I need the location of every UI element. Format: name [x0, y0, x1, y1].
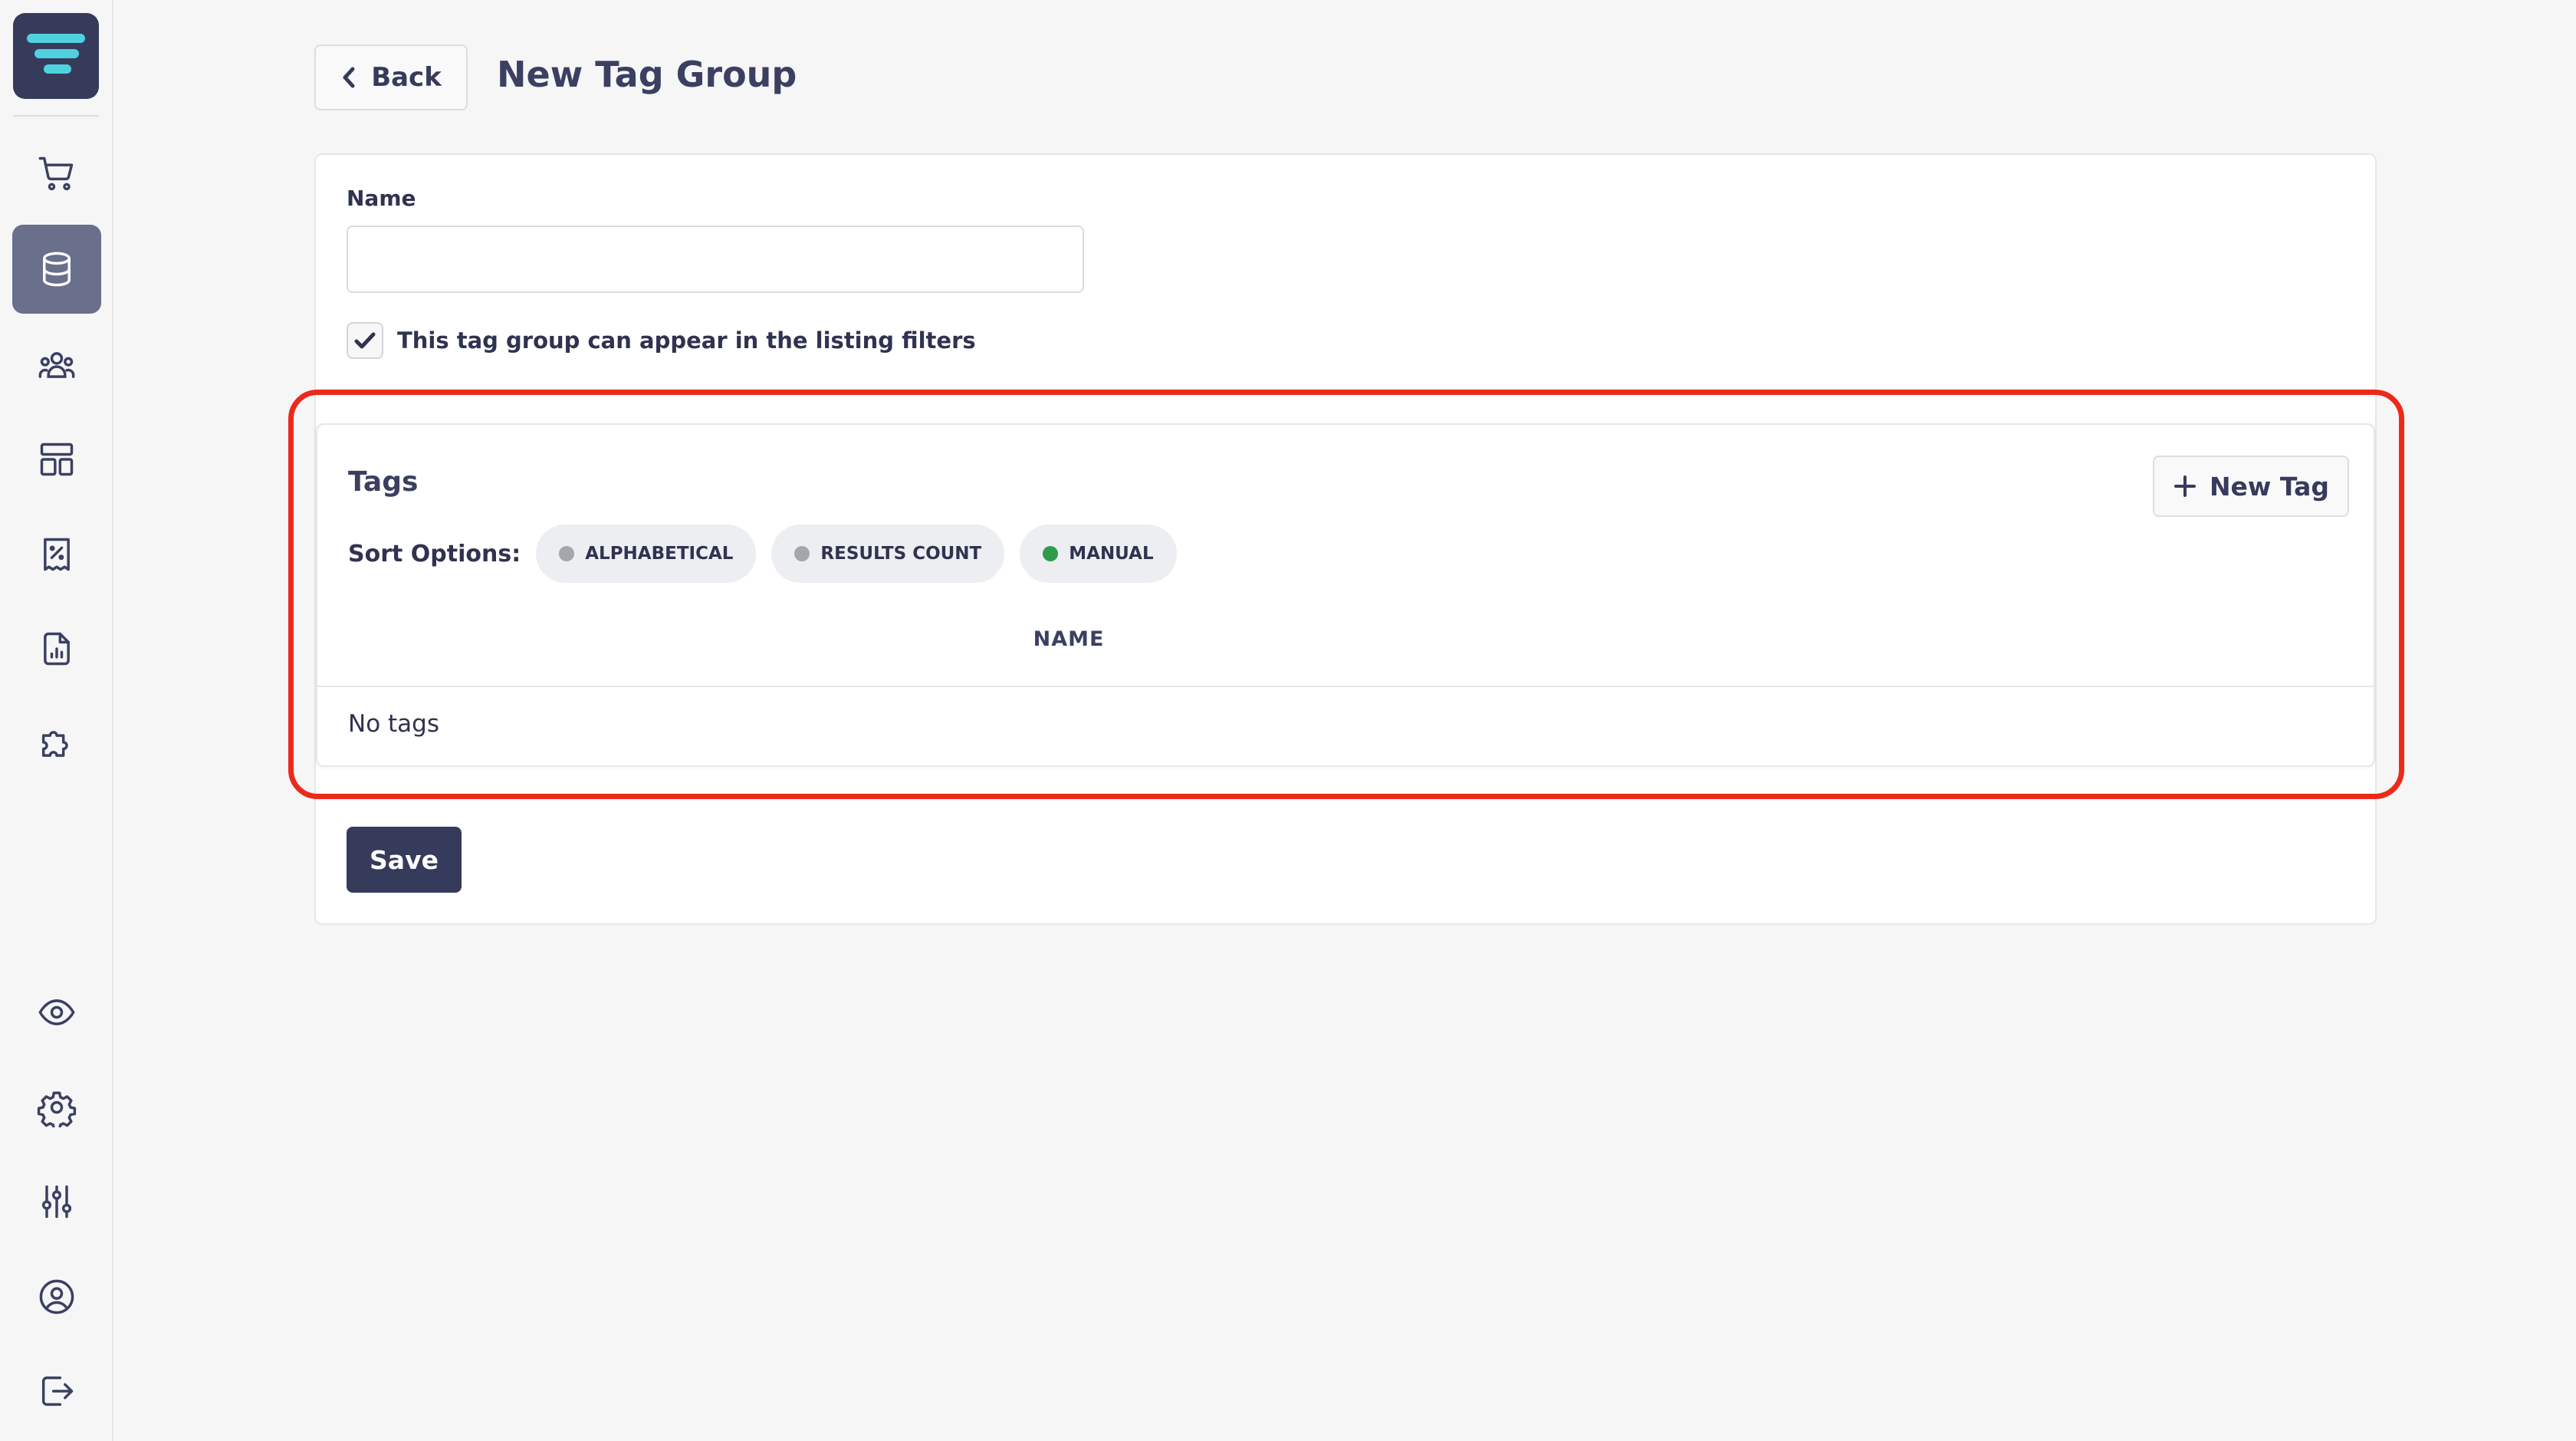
sliders-icon	[41, 1185, 72, 1219]
table-divider	[317, 686, 2374, 687]
database-icon	[43, 252, 71, 287]
sidebar	[0, 0, 113, 1441]
column-header-name[interactable]: NAME	[317, 627, 1820, 651]
sidebar-item-promotions[interactable]	[12, 510, 101, 599]
name-label: Name	[347, 186, 416, 211]
sidebar-item-settings[interactable]	[12, 1063, 101, 1152]
sidebar-item-users[interactable]	[12, 321, 101, 410]
sort-option-alphabetical[interactable]: ALPHABETICAL	[536, 525, 757, 583]
chevron-left-icon	[343, 67, 355, 88]
sidebar-item-account[interactable]	[12, 1252, 101, 1341]
user-circle-icon	[39, 1279, 74, 1314]
users-icon	[38, 352, 75, 378]
radio-dot-selected-icon	[1043, 546, 1059, 561]
tag-group-form: Name This tag group can appear in the li…	[314, 153, 2377, 925]
new-tag-button[interactable]: New Tag	[2153, 456, 2349, 517]
sort-option-results-count[interactable]: RESULTS COUNT	[771, 525, 1005, 583]
listing-filter-option: This tag group can appear in the listing…	[347, 322, 976, 359]
eye-icon	[38, 999, 75, 1025]
back-button[interactable]: Back	[314, 44, 468, 110]
name-input[interactable]	[347, 225, 1084, 293]
sort-options-label: Sort Options:	[348, 540, 521, 568]
sidebar-item-logout[interactable]	[12, 1347, 101, 1436]
back-button-label: Back	[371, 62, 442, 93]
layout-icon	[40, 442, 74, 476]
checkmark-icon	[354, 332, 376, 349]
tags-section: Tags New Tag Sort Options: ALPHABETICAL …	[316, 423, 2375, 767]
sidebar-divider	[13, 115, 99, 117]
sidebar-item-preferences[interactable]	[12, 1157, 101, 1246]
radio-dot-icon	[559, 546, 575, 561]
sort-option-label: RESULTS COUNT	[820, 544, 982, 564]
plus-icon	[2174, 475, 2196, 497]
logout-icon	[41, 1376, 74, 1406]
sort-option-label: ALPHABETICAL	[585, 544, 734, 564]
sidebar-item-reports[interactable]	[12, 604, 101, 693]
sidebar-item-preview[interactable]	[12, 968, 101, 1057]
sort-option-manual[interactable]: MANUAL	[1020, 525, 1177, 583]
empty-state-text: No tags	[348, 710, 439, 738]
sidebar-item-integrations[interactable]	[12, 699, 101, 788]
report-icon	[44, 632, 70, 666]
save-button[interactable]: Save	[347, 827, 462, 893]
app-logo[interactable]	[13, 13, 99, 99]
sidebar-item-layout[interactable]	[12, 415, 101, 504]
listing-filter-label: This tag group can appear in the listing…	[397, 327, 976, 354]
sidebar-item-orders[interactable]	[12, 129, 101, 218]
sort-option-label: MANUAL	[1069, 544, 1154, 564]
listing-filter-checkbox[interactable]	[347, 322, 383, 359]
radio-dot-icon	[794, 546, 810, 561]
logo-icon	[27, 34, 85, 74]
puzzle-icon	[41, 731, 68, 757]
sidebar-item-catalog[interactable]	[12, 225, 101, 314]
cart-icon	[38, 156, 74, 191]
sort-options: Sort Options: ALPHABETICAL RESULTS COUNT…	[348, 525, 1177, 583]
page-title: New Tag Group	[497, 54, 797, 95]
tags-title: Tags	[348, 466, 419, 498]
new-tag-button-label: New Tag	[2209, 471, 2330, 502]
gear-icon	[37, 1091, 77, 1127]
receipt-discount-icon	[44, 538, 70, 571]
